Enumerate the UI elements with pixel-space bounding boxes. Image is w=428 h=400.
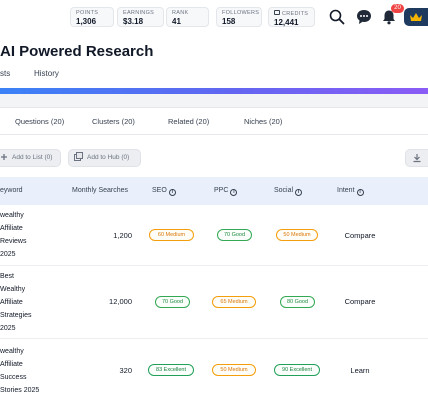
add-to-hub-button[interactable]: Add to Hub (0) [68,149,141,167]
stat-earnings[interactable]: EARNINGS $3.18 [117,7,164,27]
stat-value: 158 [222,17,236,26]
info-icon[interactable]: i [295,189,303,196]
info-icon[interactable]: i [356,189,364,196]
intent-cell: Compare [344,297,376,306]
intent-cell: Compare [344,231,376,240]
tab-lists[interactable]: sts [0,69,10,78]
tab-clusters[interactable]: Clusters (20) [92,117,135,126]
tabs-divider [0,134,428,135]
col-social-label: Social [274,187,294,194]
add-to-list-label: Add to List (0) [12,154,53,161]
monthly-searches-cell: 12,000 [109,297,132,306]
col-intent-label: Intent [337,187,355,194]
stat-label-text: CREDITS [282,11,309,17]
stat-value: 1,306 [76,17,97,26]
stat-value: 41 [172,17,181,26]
col-social[interactable]: Social i [274,187,303,196]
social-score-badge: 50 Medium [276,229,318,241]
table-row[interactable]: Best Wealthy Affiliate Strategies 2025 1… [0,266,428,339]
download-icon [413,154,421,163]
search-icon[interactable] [328,8,346,26]
stat-points[interactable]: POINTS 1,306 [70,7,114,27]
social-score-badge: 90 Excellent [274,364,320,376]
keyword-cell[interactable]: wealthy Affiliate Reviews 2025 [0,209,26,261]
col-seo-label: SEO [152,187,167,194]
add-to-list-button[interactable]: Add to List (0) [0,149,61,167]
stat-credits[interactable]: CREDITS 12,441 [268,7,315,27]
table-row[interactable]: wealthy Affiliate Success Stories 2025 3… [0,339,428,400]
col-keyword[interactable]: eyword [0,187,23,194]
stat-label: POINTS [76,10,99,16]
top-stats-bar: POINTS 1,306 EARNINGS $3.18 RANK 41 FOLL… [0,0,428,34]
seo-score-badge: 70 Good [155,296,190,308]
keyword-cell[interactable]: Best Wealthy Affiliate Strategies 2025 [0,270,32,335]
stat-label: FOLLOWERS [222,10,260,16]
table-row[interactable]: wealthy Affiliate Reviews 2025 1,200 60 … [0,205,428,266]
seo-score-badge: 60 Medium [149,229,194,241]
monthly-searches-cell: 320 [119,366,132,375]
stat-label: CREDITS [274,10,309,18]
ppc-score-badge: 65 Medium [212,296,256,308]
col-ppc-label: PPC [214,187,229,194]
stat-label: EARNINGS [123,10,155,16]
crown-icon [410,13,422,21]
monthly-searches-cell: 1,200 [113,231,132,240]
seo-score-badge: 83 Excellent [148,364,194,376]
ppc-score-badge: 50 Medium [212,364,256,376]
info-icon[interactable]: i [230,189,238,196]
page-title: AI Powered Research [0,43,154,60]
chat-icon[interactable] [355,8,373,26]
table-header: eyword Monthly Searches SEO i PPC i Social… [0,177,428,205]
credits-icon [274,10,280,15]
plus-icon [1,154,7,160]
tab-related[interactable]: Related (20) [168,117,209,126]
col-monthly-searches[interactable]: Monthly Searches [72,187,128,194]
stat-value: 12,441 [274,18,299,27]
keyword-cell[interactable]: wealthy Affiliate Success Stories 2025 [0,345,39,397]
stat-label: RANK [172,10,189,16]
account-menu[interactable] [404,8,428,26]
notification-badge: 20 [391,4,404,13]
info-icon[interactable]: i [168,189,176,196]
section-divider [0,94,428,108]
hub-icon [74,152,83,161]
stat-value: $3.18 [123,17,144,26]
stat-rank[interactable]: RANK 41 [166,7,209,27]
stat-followers[interactable]: FOLLOWERS 158 [216,7,262,27]
col-seo[interactable]: SEO i [152,187,176,196]
social-score-badge: 80 Good [280,296,315,308]
ppc-score-badge: 70 Good [217,229,252,241]
col-ppc[interactable]: PPC i [214,187,238,196]
intent-cell: Learn [350,366,370,375]
tab-history[interactable]: History [34,69,59,78]
tab-questions[interactable]: Questions (20) [15,117,64,126]
download-button[interactable] [405,149,428,167]
add-to-hub-label: Add to Hub (0) [87,154,130,161]
tab-niches[interactable]: Niches (20) [244,117,282,126]
col-intent[interactable]: Intent i [337,187,364,196]
